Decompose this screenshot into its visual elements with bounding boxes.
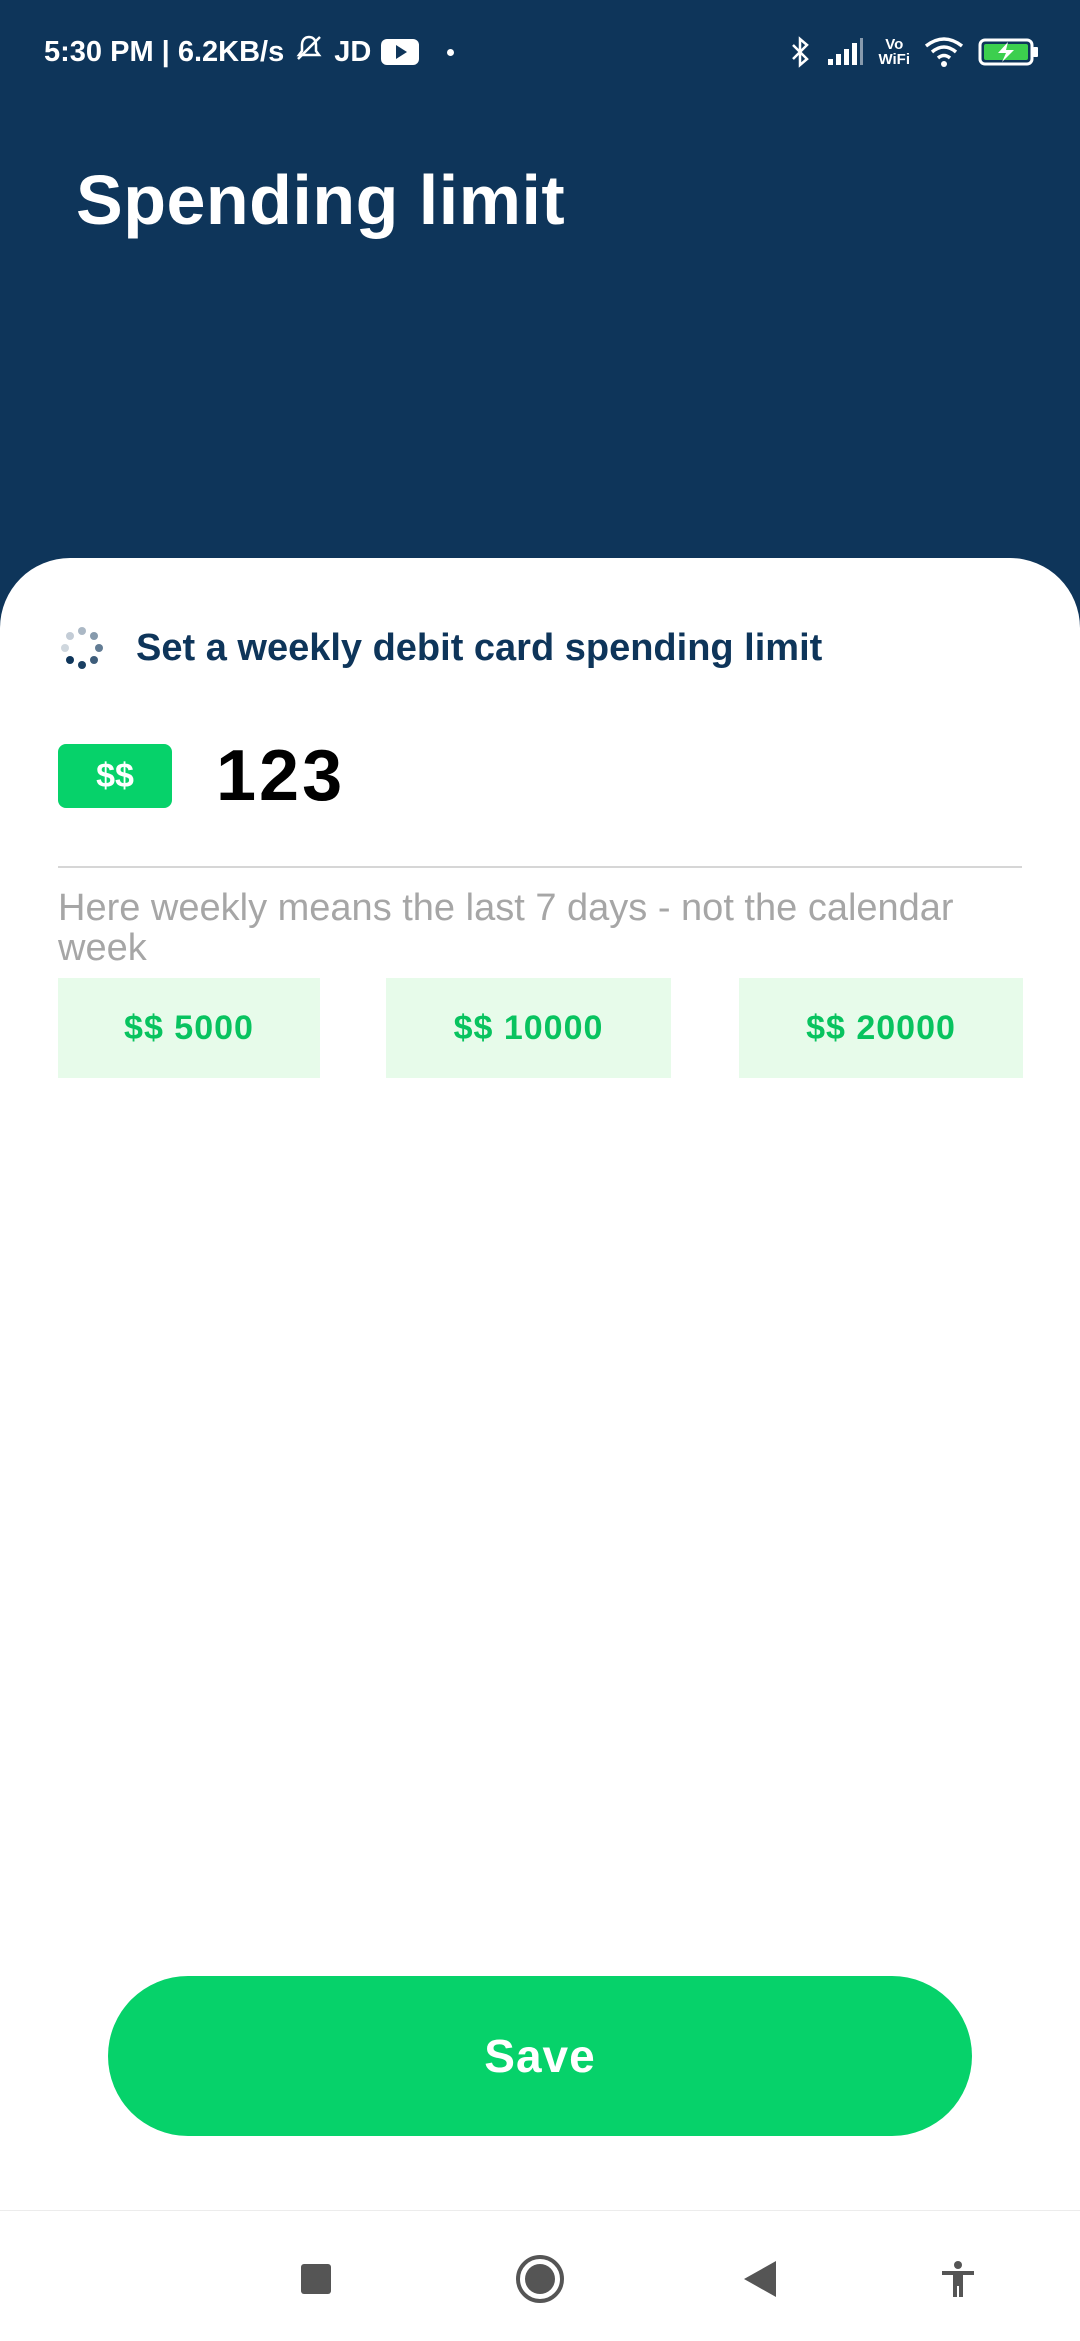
loading-spinner-icon (58, 624, 106, 672)
back-button[interactable] (730, 2251, 790, 2311)
preset-20000-button[interactable]: $$ 20000 (739, 978, 1023, 1078)
signal-icon (826, 37, 864, 67)
recents-square-icon (299, 2262, 333, 2301)
vowifi-top: Vo (885, 36, 904, 53)
save-button[interactable]: Save (108, 1976, 972, 2136)
page-title: Spending limit (76, 161, 566, 239)
carrier-tag: JD (334, 35, 372, 68)
preset-5000-button[interactable]: $$ 5000 (58, 978, 320, 1078)
mute-bell-icon (294, 33, 324, 71)
wifi-icon (924, 36, 964, 68)
amount-row: $$ (58, 726, 1022, 868)
accessibility-icon (938, 2259, 978, 2304)
currency-badge: $$ (58, 744, 172, 808)
bluetooth-icon (790, 36, 812, 68)
status-left: 5:30 PM | 6.2KB/s JD (44, 30, 455, 74)
recents-button[interactable] (286, 2251, 346, 2311)
battery-charging-icon (978, 36, 1040, 68)
spending-limit-card: Set a weekly debit card spending limit $… (0, 558, 1080, 2210)
vowifi-bottom: WiFi (878, 51, 910, 68)
system-nav-bar (0, 2210, 1080, 2341)
status-right: Vo WiFi (790, 30, 1040, 74)
card-heading-text: Set a weekly debit card spending limit (136, 626, 823, 669)
status-bar: 5:30 PM | 6.2KB/s JD Vo WiFi (0, 0, 1080, 104)
amount-input[interactable] (216, 730, 996, 822)
home-circle-icon (514, 2253, 566, 2310)
home-button[interactable] (510, 2251, 570, 2311)
vowifi-indicator: Vo WiFi (878, 37, 910, 67)
hint-text: Here weekly means the last 7 days - not … (58, 887, 954, 969)
notification-dot-icon (447, 48, 455, 56)
accessibility-button[interactable] (928, 2251, 988, 2311)
youtube-icon (381, 39, 420, 65)
status-time-speed: 5:30 PM | 6.2KB/s (44, 35, 285, 68)
preset-10000-button[interactable]: $$ 10000 (386, 978, 671, 1078)
back-triangle-icon (742, 2259, 778, 2304)
card-heading: Set a weekly debit card spending limit (58, 618, 822, 678)
